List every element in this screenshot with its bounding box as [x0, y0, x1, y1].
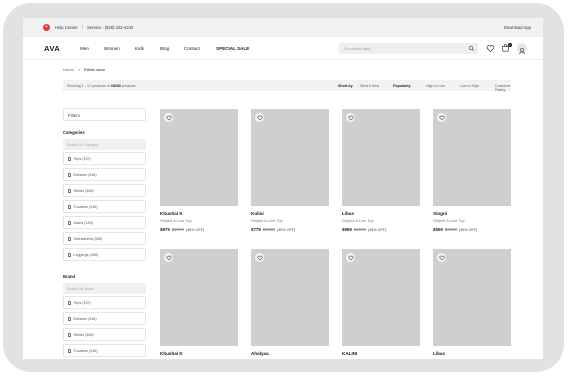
- product-image[interactable]: [342, 249, 420, 346]
- checkbox-icon[interactable]: [68, 349, 72, 353]
- category-option[interactable]: Tshirts (308): [63, 184, 146, 197]
- product-brand[interactable]: Libas: [342, 211, 354, 216]
- brand-option[interactable]: Dresses (246): [63, 312, 146, 325]
- checkbox-icon[interactable]: [68, 317, 72, 321]
- nav-contact[interactable]: Contact: [184, 46, 200, 51]
- sort-bar: Showing 1 - 17 products of 28280 product…: [63, 80, 511, 92]
- product-brand[interactable]: Khushal K: [160, 211, 183, 216]
- checkbox-icon[interactable]: [68, 157, 72, 161]
- cart-count-badge: 2: [508, 43, 512, 47]
- product-image[interactable]: [251, 109, 329, 206]
- checkbox-icon[interactable]: [68, 189, 72, 193]
- checkbox-icon[interactable]: [68, 237, 72, 241]
- wishlist-heart-icon[interactable]: [437, 113, 446, 122]
- download-app-link[interactable]: Download App: [504, 25, 531, 30]
- brand-option[interactable]: Tops (337): [63, 296, 146, 309]
- checkbox-icon[interactable]: [68, 333, 72, 337]
- checkbox-icon[interactable]: [68, 205, 72, 209]
- wishlist-heart-icon[interactable]: [346, 253, 355, 262]
- wishlist-heart-icon[interactable]: [164, 253, 173, 262]
- search-input[interactable]: Sto una fill daily: [339, 43, 478, 54]
- user-icon: [518, 48, 526, 55]
- results-count: Showing 1 - 17 products of 28280 product…: [67, 83, 136, 88]
- nav-special-sale[interactable]: SPECIAL SALE: [216, 46, 249, 51]
- product-description: Striped A-Line Top: [433, 218, 465, 223]
- product-price-row: $779 $1599 (45% OFF): [251, 227, 296, 232]
- product-image[interactable]: [160, 249, 238, 346]
- product-image[interactable]: [160, 109, 238, 206]
- product-description: Striped A-Line Top: [160, 218, 192, 223]
- checkbox-icon[interactable]: [68, 301, 72, 305]
- app-screen: + Help Center | Service - (828) 222-4242…: [23, 18, 543, 359]
- sort-high-to-low[interactable]: High to Low: [426, 84, 445, 88]
- sort-customer-rating[interactable]: Customer Rating: [495, 84, 511, 92]
- sort-popularity[interactable]: Popularity: [393, 84, 411, 88]
- service-phone: Service - (828) 222-4242: [87, 25, 134, 30]
- wishlist-heart-icon[interactable]: [346, 113, 355, 122]
- category-option[interactable]: Jeans (149): [63, 216, 146, 229]
- categories-label: Categories: [63, 130, 85, 135]
- category-option[interactable]: Leggings (498): [63, 248, 146, 261]
- breadcrumb-home[interactable]: Home: [63, 67, 74, 72]
- brand-logo[interactable]: AVA: [44, 44, 60, 53]
- breadcrumb-current: Ethnic wear: [84, 67, 105, 72]
- category-option[interactable]: Dresses (246): [63, 168, 146, 181]
- help-center-link[interactable]: Help Center: [55, 25, 77, 30]
- breadcrumb-separator: >: [78, 67, 81, 72]
- device-frame: + Help Center | Service - (828) 222-4242…: [3, 3, 564, 372]
- main-header: AVA Men Women Kids Blog Contact SPECIAL …: [23, 37, 543, 60]
- checkbox-icon[interactable]: [68, 173, 72, 177]
- product-price-row: $879 $1599 (45% OFF): [160, 227, 205, 232]
- sort-low-to-high[interactable]: Low to High: [460, 84, 479, 88]
- sort-whats-new[interactable]: What's New: [360, 84, 379, 88]
- product-image[interactable]: [433, 249, 511, 346]
- product-price-row: $999 $1599 (45% OFF): [342, 227, 387, 232]
- brand-search-input[interactable]: Search for Brand: [63, 283, 146, 294]
- wishlist-heart-icon[interactable]: [255, 253, 264, 262]
- wishlist-heart-icon[interactable]: [437, 253, 446, 262]
- category-option[interactable]: Tops (337): [63, 152, 146, 165]
- nav-blog[interactable]: Blog: [160, 46, 169, 51]
- search-placeholder: Sto una fill daily: [344, 46, 371, 51]
- category-option[interactable]: Sweatshirts (308): [63, 232, 146, 245]
- flag-icon: +: [43, 24, 50, 31]
- product-brand[interactable]: Ahalyaa: [251, 351, 269, 356]
- brand-label: Brand: [63, 274, 76, 279]
- brand-option[interactable]: Trousers (145): [63, 344, 146, 357]
- product-brand[interactable]: Libas: [433, 351, 445, 356]
- product-brand[interactable]: Khushal K: [160, 351, 183, 356]
- product-brand[interactable]: Kulini: [251, 211, 264, 216]
- brand-option[interactable]: Tshirts (308): [63, 328, 146, 341]
- search-icon[interactable]: [468, 45, 475, 52]
- product-image[interactable]: [342, 109, 420, 206]
- product-description: Striped A-Line Top: [342, 218, 374, 223]
- product-image[interactable]: [433, 109, 511, 206]
- heart-icon[interactable]: [486, 44, 495, 53]
- product-image[interactable]: [251, 249, 329, 346]
- product-brand[interactable]: KALINI: [342, 351, 357, 356]
- product-description: Striped A-Line Top: [251, 218, 283, 223]
- wishlist-heart-icon[interactable]: [255, 113, 264, 122]
- checkbox-icon[interactable]: [68, 221, 72, 225]
- filters-title: Filters: [63, 108, 146, 121]
- sort-label: Short by: [338, 83, 353, 88]
- topbar-separator: |: [82, 24, 84, 29]
- category-option[interactable]: Trousers (145): [63, 200, 146, 213]
- user-avatar[interactable]: [517, 43, 527, 55]
- nav-kids[interactable]: Kids: [135, 46, 144, 51]
- wishlist-heart-icon[interactable]: [164, 113, 173, 122]
- utility-bar: + Help Center | Service - (828) 222-4242…: [23, 18, 543, 37]
- product-brand[interactable]: Singni: [433, 211, 447, 216]
- nav-women[interactable]: Women: [104, 46, 120, 51]
- product-price-row: $509 $1599 (45% OFF): [433, 227, 478, 232]
- checkbox-icon[interactable]: [68, 253, 72, 257]
- nav-men[interactable]: Men: [80, 46, 89, 51]
- category-search-input[interactable]: Search for Category: [63, 139, 146, 150]
